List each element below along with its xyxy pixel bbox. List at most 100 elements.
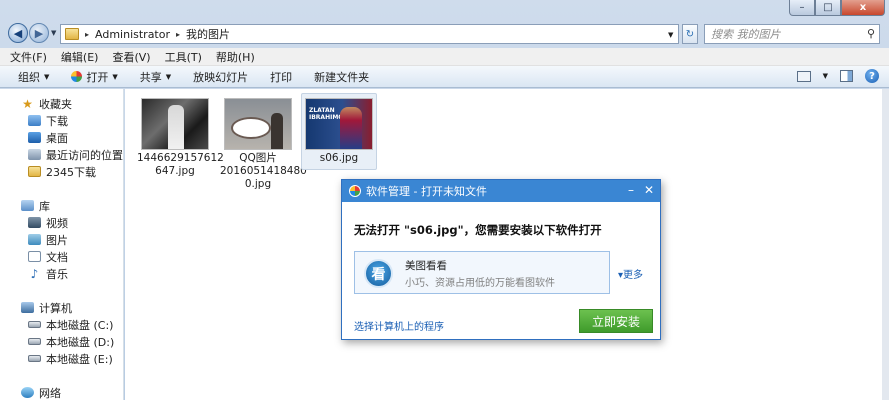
- file-name-line: 0.jpg: [244, 178, 272, 190]
- open-label: 打开: [86, 70, 109, 84]
- nav-label: 网络: [39, 386, 61, 400]
- file-item-qq-image[interactable]: QQ图片 2016051418480 0.jpg: [220, 94, 307, 191]
- music-note-icon: ♪: [30, 266, 39, 281]
- maximize-button[interactable]: □: [815, 0, 841, 16]
- nav-downloads[interactable]: 下载: [28, 112, 68, 129]
- libraries-icon: [21, 200, 34, 211]
- new-folder-button[interactable]: 新建文件夹: [314, 69, 369, 85]
- menu-bar: 文件(F) 编辑(E) 查看(V) 工具(T) 帮助(H): [0, 48, 889, 66]
- breadcrumb-separator[interactable]: ▸: [176, 30, 180, 39]
- file-name-line: 647.jpg: [155, 165, 195, 177]
- nav-pictures[interactable]: 图片: [28, 231, 68, 248]
- menu-tools[interactable]: 工具(T): [165, 49, 202, 65]
- nav-network[interactable]: 网络: [21, 384, 61, 400]
- menu-view[interactable]: 查看(V): [112, 49, 150, 65]
- nav-label: 最近访问的位置: [46, 148, 123, 162]
- dialog-minimize-icon[interactable]: –: [628, 183, 634, 197]
- right-edge-strip: [882, 89, 889, 400]
- breadcrumb-my-pictures[interactable]: 我的图片: [186, 26, 230, 42]
- computer-icon: [21, 302, 34, 313]
- menu-edit[interactable]: 编辑(E): [61, 49, 99, 65]
- slideshow-label: 放映幻灯片: [193, 70, 249, 84]
- nav-videos[interactable]: 视频: [28, 214, 68, 231]
- documents-icon: [28, 251, 41, 262]
- navigation-pane: ★ 收藏夹 下载 桌面 最近访问的位置 2345下载 库 视频 图片 文档 ♪ …: [0, 89, 124, 400]
- drive-icon: [28, 355, 41, 362]
- thumbnail-teeth-shape: [231, 117, 271, 139]
- address-bar[interactable]: ▸ Administrator ▸ 我的图片: [60, 24, 679, 44]
- drive-icon: [28, 338, 41, 345]
- search-input[interactable]: 搜索 我的图片 ⚲: [704, 24, 880, 44]
- install-now-button[interactable]: 立即安装: [579, 309, 653, 333]
- thumbnail-person-shape: [271, 113, 283, 149]
- file-item-s06[interactable]: ZLATAN IBRAHIMOVIC s06.jpg: [301, 93, 377, 170]
- change-view-icon[interactable]: [796, 70, 811, 82]
- share-label: 共享: [139, 70, 162, 84]
- view-controls: ▼ ?: [796, 69, 879, 83]
- nav-label: 库: [39, 199, 50, 213]
- close-button[interactable]: x: [841, 0, 885, 16]
- refresh-icon[interactable]: ↻: [682, 24, 698, 44]
- slideshow-button[interactable]: 放映幻灯片: [193, 69, 248, 85]
- search-icon[interactable]: ⚲: [867, 27, 875, 40]
- dialog-close-icon[interactable]: ✕: [644, 183, 654, 197]
- nav-label: 音乐: [46, 267, 68, 281]
- folder-icon: [65, 28, 79, 40]
- dialog-controls: – ✕: [628, 183, 654, 197]
- pictures-icon: [28, 234, 41, 245]
- software-manager-logo-icon: [349, 185, 361, 197]
- print-button[interactable]: 打印: [270, 69, 292, 85]
- dialog-message: 无法打开 "s06.jpg"，您需要安装以下软件打开: [354, 223, 602, 237]
- chevron-down-icon: ▼: [112, 72, 118, 81]
- more-label: 更多: [623, 270, 644, 281]
- breadcrumb-administrator[interactable]: Administrator: [95, 28, 170, 41]
- help-icon[interactable]: ?: [865, 69, 879, 83]
- breadcrumb-separator[interactable]: ▸: [85, 30, 89, 39]
- recent-pages-dropdown[interactable]: ▼: [51, 29, 56, 37]
- command-bar: 组织 ▼ 打开 ▼ 共享 ▼ 放映幻灯片 打印 新建文件夹 ▼ ?: [0, 66, 889, 88]
- nav-label: 下载: [46, 114, 68, 128]
- open-button[interactable]: 打开 ▼: [71, 69, 118, 85]
- nav-label: 桌面: [46, 131, 68, 145]
- minimize-button[interactable]: –: [789, 0, 815, 16]
- choose-program-link[interactable]: 选择计算机上的程序: [354, 318, 444, 333]
- star-icon: ★: [22, 96, 33, 111]
- folder-icon: [28, 166, 41, 177]
- nav-label: 图片: [46, 233, 68, 247]
- nav-documents[interactable]: 文档: [28, 248, 68, 265]
- menu-help[interactable]: 帮助(H): [216, 49, 255, 65]
- menu-file[interactable]: 文件(F): [10, 49, 47, 65]
- back-button[interactable]: ◀: [8, 23, 28, 43]
- nav-recent-places[interactable]: 最近访问的位置: [28, 146, 123, 163]
- chevron-down-icon: ▼: [165, 72, 172, 81]
- nav-drive-e[interactable]: 本地磁盘 (E:): [28, 350, 113, 367]
- address-dropdown-icon[interactable]: ▼: [668, 31, 673, 39]
- preview-pane-icon[interactable]: [840, 70, 853, 82]
- nav-drive-d[interactable]: 本地磁盘 (D:): [28, 333, 114, 350]
- file-name-line: 1446629157612: [137, 152, 224, 164]
- share-button[interactable]: 共享 ▼: [140, 69, 171, 85]
- more-apps-link[interactable]: ▾更多: [618, 266, 643, 281]
- explorer-window: – □ x ◀ ▶ ▼ ▸ Administrator ▸ 我的图片 ▼ ↻ 搜…: [0, 0, 889, 400]
- nav-2345-downloads[interactable]: 2345下载: [28, 163, 96, 180]
- file-item-1446629157612647[interactable]: 1446629157612 647.jpg: [137, 94, 224, 178]
- new-folder-label: 新建文件夹: [314, 70, 370, 84]
- open-unknown-file-dialog: 软件管理 - 打开未知文件 – ✕ 无法打开 "s06.jpg"，您需要安装以下…: [341, 179, 661, 340]
- network-icon: [21, 387, 34, 398]
- recommended-app-card[interactable]: 看 美图看看 小巧、资源占用低的万能看图软件: [354, 251, 610, 294]
- nav-music[interactable]: ♪ 音乐: [28, 265, 68, 282]
- nav-favorites[interactable]: ★ 收藏夹: [21, 95, 72, 112]
- nav-computer[interactable]: 计算机: [21, 299, 72, 316]
- nav-drive-c[interactable]: 本地磁盘 (C:): [28, 316, 113, 333]
- nav-desktop[interactable]: 桌面: [28, 129, 68, 146]
- nav-libraries[interactable]: 库: [21, 197, 50, 214]
- open-with-icon: [71, 71, 83, 82]
- print-label: 打印: [270, 70, 293, 84]
- organize-button[interactable]: 组织 ▼: [18, 69, 49, 85]
- file-name-line: s06.jpg: [319, 152, 359, 164]
- view-dropdown-icon[interactable]: ▼: [823, 72, 828, 80]
- forward-button[interactable]: ▶: [29, 23, 49, 43]
- app-name: 美图看看: [405, 260, 447, 272]
- desktop-icon: [28, 132, 41, 143]
- videos-icon: [28, 217, 41, 228]
